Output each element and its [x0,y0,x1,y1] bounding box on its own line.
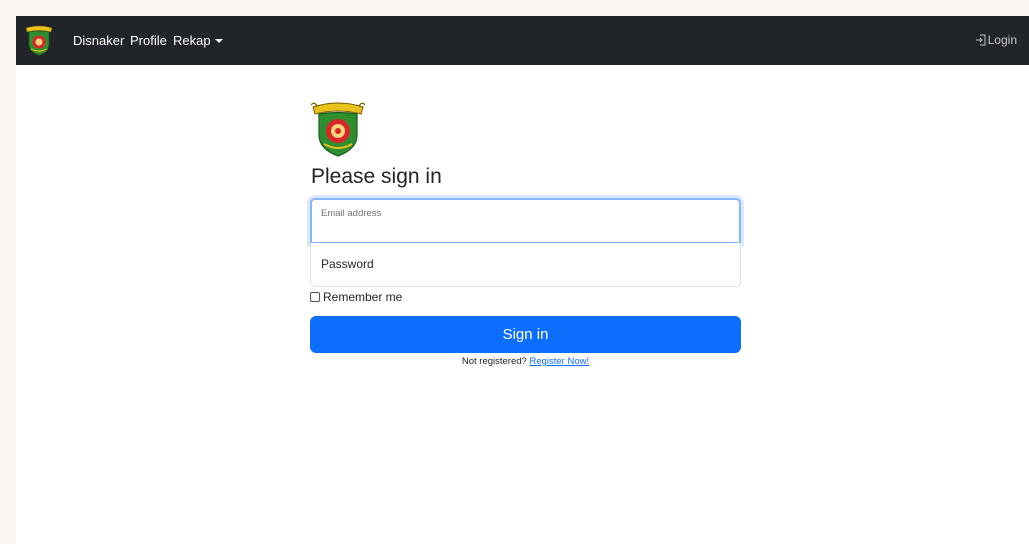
nav-login-link[interactable]: Login [975,33,1017,47]
crest-emblem-icon[interactable] [24,24,54,56]
nav-rekap-dropdown[interactable]: Rekap [173,33,223,48]
remember-me-label: Remember me [323,290,403,304]
nav-login-label: Login [987,33,1017,47]
nav-brand-link[interactable]: Disnaker [73,33,124,48]
signin-button[interactable]: Sign in [310,316,741,353]
not-registered-text: Not registered? [461,356,527,367]
register-prompt: Not registered? Register Now! [310,356,741,367]
nav-rekap-label: Rekap [173,33,211,48]
crest-emblem-icon [311,102,365,157]
password-field-label: Password [321,257,374,271]
email-field-label: Email address [321,208,382,219]
remember-me-row[interactable]: Remember me [310,290,402,304]
page-title: Please sign in [311,165,442,188]
top-navbar: Disnaker Profile Rekap Login [16,16,1029,65]
caret-down-icon [214,38,223,43]
box-arrow-in-right-icon [975,34,986,46]
email-field[interactable]: Email address [310,198,741,244]
nav-profile-link[interactable]: Profile [130,33,167,48]
register-now-link[interactable]: Register Now! [529,356,589,367]
password-field[interactable]: Password [310,243,741,287]
remember-me-checkbox[interactable] [310,292,320,302]
